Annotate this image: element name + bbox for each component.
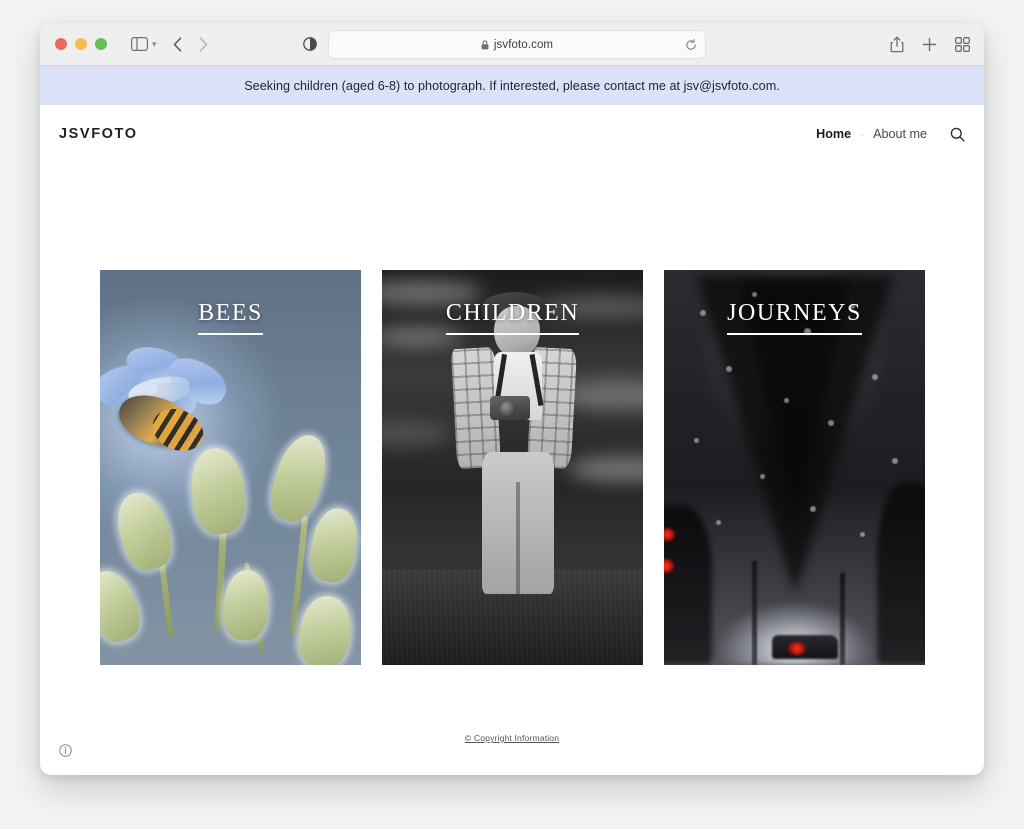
search-icon[interactable] [950,127,965,142]
toolbar-actions [890,23,970,65]
copyright-link[interactable]: © Copyright Information [465,733,559,743]
nav-separator: · [860,127,865,141]
address-bar[interactable]: jsvfoto.com [328,30,706,59]
reload-icon[interactable] [685,38,697,51]
announcement-text: Seeking children (aged 6-8) to photograp… [244,78,780,93]
info-circle-icon[interactable] [59,744,72,757]
gallery-card-journeys[interactable]: Journeys [664,270,925,665]
card-title-children: Children [382,292,643,335]
lock-icon [481,39,489,50]
share-icon[interactable] [890,36,904,53]
gallery-grid: Bees [100,270,925,665]
card-title-journeys: Journeys [664,292,925,335]
contrast-shield-icon[interactable] [302,37,317,51]
gallery-card-bees[interactable]: Bees [100,270,361,665]
main-content: Bees [40,163,984,723]
minimize-window-button[interactable] [75,38,87,50]
card-title-bees: Bees [100,292,361,335]
site-navigation: Home · About me [816,127,965,142]
chevron-right-icon[interactable] [199,36,208,52]
card-title-text: Bees [198,292,263,335]
browser-toolbar: ▾ jsvfoto.com [40,23,984,66]
chevron-down-icon[interactable]: ▾ [152,39,157,50]
card-title-text: Journeys [727,292,862,335]
gallery-card-children[interactable]: Children [382,270,643,665]
site-header: JSVFOTO Home · About me [40,105,984,163]
announcement-banner: Seeking children (aged 6-8) to photograp… [40,66,984,105]
close-window-button[interactable] [55,38,67,50]
site-logo[interactable]: JSVFOTO [59,126,138,142]
address-bar-content: jsvfoto.com [481,39,553,51]
chevron-left-icon[interactable] [173,36,182,52]
window-controls [55,38,107,50]
nav-item-about-me[interactable]: About me [873,127,927,141]
grid-icon[interactable] [955,36,970,52]
site-footer: © Copyright Information [40,723,984,746]
url-text: jsvfoto.com [493,38,554,51]
plus-icon[interactable] [922,37,937,52]
sidebar-icon[interactable] [131,37,148,51]
nav-item-home[interactable]: Home [816,127,851,141]
browser-window: ▾ jsvfoto.com Seeking children (aged 6-8… [40,23,984,775]
card-title-text: Children [445,292,580,335]
zoom-window-button[interactable] [95,38,107,50]
